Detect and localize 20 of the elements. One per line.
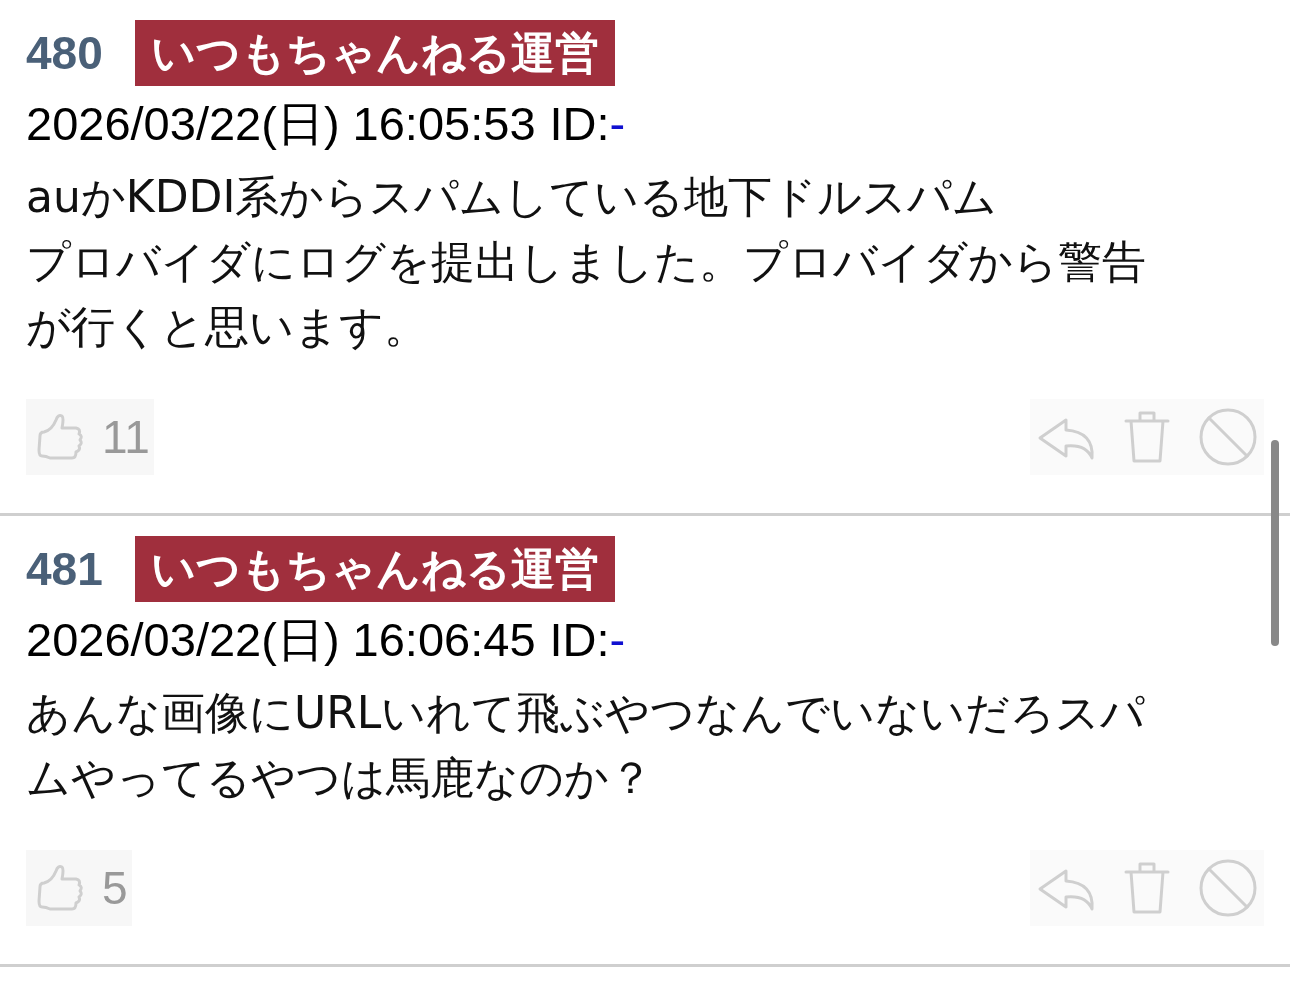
post-number[interactable]: 481	[26, 542, 103, 596]
id-label: ID:	[549, 97, 610, 150]
poster-name: いつもちゃんねる運営	[134, 20, 615, 86]
id-label: ID:	[549, 613, 610, 666]
id-value[interactable]: -	[609, 613, 626, 666]
scrollbar[interactable]	[1271, 440, 1279, 646]
post-number[interactable]: 480	[26, 26, 103, 80]
post-text: auかKDDI系からスパムしている地下ドルスパム	[26, 170, 999, 224]
post-text: ムやってるやつは馬鹿なのか？	[26, 751, 654, 805]
id-value[interactable]: -	[609, 97, 626, 150]
trash-icon	[1122, 409, 1172, 465]
post-text: が行くと思います。	[26, 300, 429, 354]
post-date: 2026/03/22(日) 16:06:45	[26, 613, 536, 666]
poster-name: いつもちゃんねる運営	[134, 536, 615, 602]
post-text: あんな画像にURLいれて飛ぶやつなんでいないだろスパ	[26, 686, 1147, 740]
trash-icon	[1122, 860, 1172, 916]
prohibited-icon	[1198, 407, 1258, 467]
post-date: 2026/03/22(日) 16:05:53	[26, 97, 536, 150]
post-text: プロバイダにログを提出しました。プロバイダから警告	[26, 235, 1147, 289]
prohibited-icon	[1198, 858, 1258, 918]
